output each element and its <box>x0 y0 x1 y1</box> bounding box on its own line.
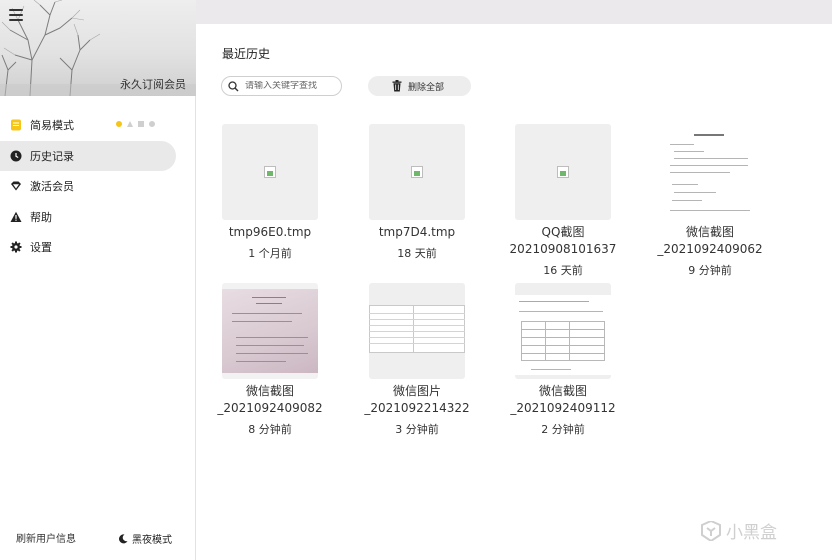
heybox-logo-icon <box>701 520 721 541</box>
sidebar-item-label: 简易模式 <box>30 119 74 132</box>
file-item[interactable]: 微信截图 _2021092409062 9 分钟前 <box>635 124 785 284</box>
file-time: 8 分钟前 <box>248 423 292 436</box>
file-item[interactable]: 微信截图 _2021092409112 2 分钟前 <box>488 283 638 443</box>
file-time: 3 分钟前 <box>395 423 439 436</box>
search-icon <box>228 80 239 91</box>
sidebar-item-settings[interactable]: 设置 <box>0 232 196 262</box>
sidebar-header-image: 永久订阅会员 <box>0 0 196 96</box>
file-name: 微信截图 <box>685 225 734 239</box>
file-name-line2: _2021092409082 <box>217 401 323 415</box>
sidebar: 永久订阅会员 简易模式 历史记录 激活会员 帮助 设置 刷新用户信息 黑夜模式 <box>0 0 196 560</box>
file-time: 2 分钟前 <box>541 423 585 436</box>
file-thumbnail <box>222 124 318 220</box>
page-title: 最近历史 <box>222 47 271 61</box>
file-name-line2: _2021092409062 <box>657 242 763 256</box>
file-name: 微信截图 <box>538 384 587 398</box>
file-name-line2: _2021092214322 <box>364 401 470 415</box>
file-item[interactable]: tmp96E0.tmp 1 个月前 <box>195 124 345 264</box>
square-icon <box>138 121 144 127</box>
file-name: tmp7D4.tmp <box>378 225 456 239</box>
broken-image-icon <box>411 166 423 178</box>
sidebar-item-label: 激活会员 <box>30 180 74 193</box>
file-item[interactable]: QQ截图 20210908101637 16 天前 <box>488 124 638 284</box>
sidebar-item-history[interactable]: 历史记录 <box>0 140 176 171</box>
file-name: 微信图片 <box>392 384 441 398</box>
file-item[interactable]: tmp7D4.tmp 18 天前 <box>342 124 492 264</box>
file-thumbnail-form <box>369 283 465 379</box>
warning-icon <box>10 211 22 223</box>
clock-icon <box>10 150 22 162</box>
delete-all-button[interactable]: 删除全部 <box>368 76 471 96</box>
file-item[interactable]: 微信图片 _2021092214322 3 分钟前 <box>342 283 492 443</box>
gear-icon <box>10 241 22 253</box>
file-time: 18 天前 <box>397 247 437 260</box>
file-name: 微信截图 <box>245 384 294 398</box>
file-thumbnail-table <box>515 283 611 379</box>
vip-status-label: 永久订阅会员 <box>120 78 186 91</box>
moon-icon <box>119 533 128 543</box>
file-thumbnail-photo <box>222 283 318 379</box>
dot-icon <box>149 121 155 127</box>
file-name: QQ截图 <box>541 225 585 239</box>
file-time: 9 分钟前 <box>688 264 732 277</box>
file-thumbnail <box>369 124 465 220</box>
file-thumbnail <box>515 124 611 220</box>
app-window: 永久订阅会员 简易模式 历史记录 激活会员 帮助 设置 刷新用户信息 黑夜模式 … <box>0 0 832 560</box>
sidebar-item-label: 设置 <box>30 241 52 254</box>
broken-image-icon <box>264 166 276 178</box>
delete-all-label: 删除全部 <box>408 82 445 93</box>
file-name: tmp96E0.tmp <box>228 225 312 239</box>
mode-indicator <box>116 121 155 127</box>
file-thumbnail-document <box>662 124 758 220</box>
diamond-icon <box>10 180 22 192</box>
sidebar-item-activate-vip[interactable]: 激活会员 <box>0 171 196 201</box>
file-time: 1 个月前 <box>248 247 292 260</box>
sidebar-item-label: 历史记录 <box>30 149 74 163</box>
file-time: 16 天前 <box>543 264 583 277</box>
sidebar-nav: 简易模式 历史记录 激活会员 帮助 设置 <box>0 110 196 263</box>
broken-image-icon <box>557 166 569 178</box>
trash-icon <box>392 80 402 92</box>
file-name-line2: _2021092409112 <box>510 401 616 415</box>
sidebar-item-help[interactable]: 帮助 <box>0 202 196 232</box>
note-icon <box>10 119 22 131</box>
search-box[interactable] <box>221 76 342 96</box>
night-mode-label: 黑夜模式 <box>132 535 172 546</box>
watermark-text: 小黑盒 <box>726 523 777 543</box>
file-name-line2: 20210908101637 <box>509 242 617 256</box>
watermark: 小黑盒 <box>700 518 777 543</box>
night-mode-toggle[interactable]: 黑夜模式 <box>118 531 172 546</box>
file-item[interactable]: 微信截图 _2021092409082 8 分钟前 <box>195 283 345 443</box>
sidebar-item-label: 帮助 <box>30 210 52 224</box>
triangle-icon <box>127 121 133 127</box>
search-input[interactable] <box>245 81 335 91</box>
hamburger-menu-icon[interactable] <box>9 9 23 21</box>
refresh-user-info-link[interactable]: 刷新用户信息 <box>16 530 76 545</box>
sidebar-item-simple-mode[interactable]: 简易模式 <box>0 110 196 140</box>
window-titlebar <box>196 0 832 24</box>
dot-icon <box>116 121 122 127</box>
